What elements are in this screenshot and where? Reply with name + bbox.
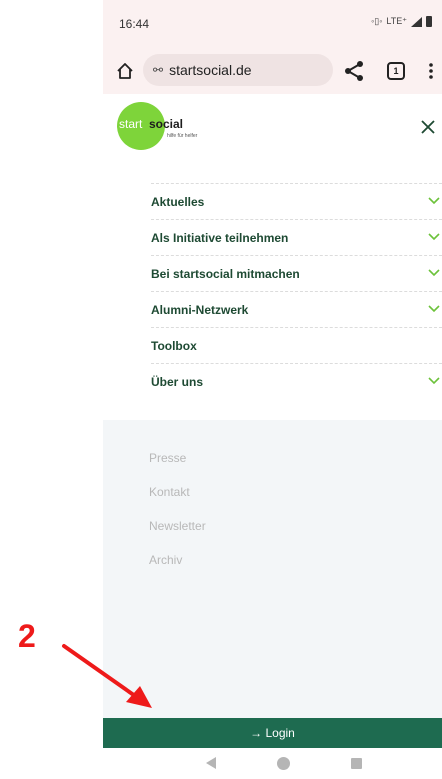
- footer-link-presse[interactable]: Presse: [149, 451, 186, 465]
- battery-icon: [426, 16, 432, 27]
- overflow-menu-icon[interactable]: [429, 62, 433, 80]
- step-number-annotation: 2: [18, 618, 36, 654]
- nav-item-label: Bei startsocial mitmachen: [151, 266, 300, 281]
- chevron-down-icon[interactable]: [428, 377, 440, 385]
- login-label: → Login: [250, 726, 295, 740]
- main-nav: Aktuelles Als Initiative teilnehmen Bei …: [151, 183, 442, 399]
- chevron-down-icon[interactable]: [428, 233, 440, 241]
- nav-item-toolbox[interactable]: Toolbox: [151, 327, 442, 363]
- nav-item-als-initiative[interactable]: Als Initiative teilnehmen: [151, 219, 442, 255]
- logo-start-text: start: [119, 117, 143, 131]
- signal-icon: [411, 16, 422, 27]
- footer-link-kontakt[interactable]: Kontakt: [149, 485, 190, 499]
- nav-item-aktuelles[interactable]: Aktuelles: [151, 183, 442, 219]
- status-bar: 16:44 ◦▯◦ LTE⁺: [103, 0, 442, 48]
- site-settings-icon[interactable]: ⚯: [153, 63, 163, 77]
- close-icon[interactable]: [421, 120, 435, 134]
- home-button-icon[interactable]: [277, 757, 290, 770]
- url-text: startsocial.de: [169, 62, 252, 78]
- chevron-down-icon[interactable]: [428, 197, 440, 205]
- annotation-arrow-icon: [62, 644, 152, 708]
- chevron-down-icon[interactable]: [428, 305, 440, 313]
- nav-item-label: Als Initiative teilnehmen: [151, 230, 289, 245]
- recent-apps-icon[interactable]: [351, 758, 362, 769]
- tab-switcher-button[interactable]: 1: [387, 62, 405, 80]
- nav-item-label: Toolbox: [151, 338, 197, 353]
- vibrate-icon: ◦▯◦: [371, 16, 383, 26]
- tab-count: 1: [393, 66, 399, 76]
- back-icon[interactable]: [205, 757, 217, 769]
- chevron-down-icon[interactable]: [428, 269, 440, 277]
- status-icons: ◦▯◦ LTE⁺: [371, 16, 432, 27]
- nav-item-label: Alumni-Netzwerk: [151, 302, 249, 317]
- navigation-menu: start social hilfe für helfer Aktuelles …: [103, 94, 442, 420]
- nav-item-label: Aktuelles: [151, 194, 205, 209]
- share-icon[interactable]: [343, 60, 365, 82]
- login-button[interactable]: → Login: [103, 718, 442, 748]
- home-icon[interactable]: [115, 61, 135, 81]
- network-type: LTE⁺: [386, 16, 407, 26]
- nav-item-label: Über uns: [151, 374, 204, 389]
- logo-social-text: social: [149, 117, 184, 131]
- footer-link-newsletter[interactable]: Newsletter: [149, 519, 206, 533]
- logo-tagline: hilfe für helfer: [167, 133, 198, 139]
- system-nav-bar: [103, 748, 442, 779]
- browser-toolbar: ⚯ startsocial.de 1: [103, 48, 442, 94]
- footer-link-archiv[interactable]: Archiv: [149, 553, 182, 567]
- status-time: 16:44: [119, 17, 150, 31]
- nav-item-alumni[interactable]: Alumni-Netzwerk: [151, 291, 442, 327]
- address-bar[interactable]: ⚯ startsocial.de: [143, 54, 333, 86]
- nav-item-mitmachen[interactable]: Bei startsocial mitmachen: [151, 255, 442, 291]
- nav-item-ueber-uns[interactable]: Über uns: [151, 363, 442, 399]
- startsocial-logo[interactable]: start social hilfe für helfer: [117, 102, 257, 150]
